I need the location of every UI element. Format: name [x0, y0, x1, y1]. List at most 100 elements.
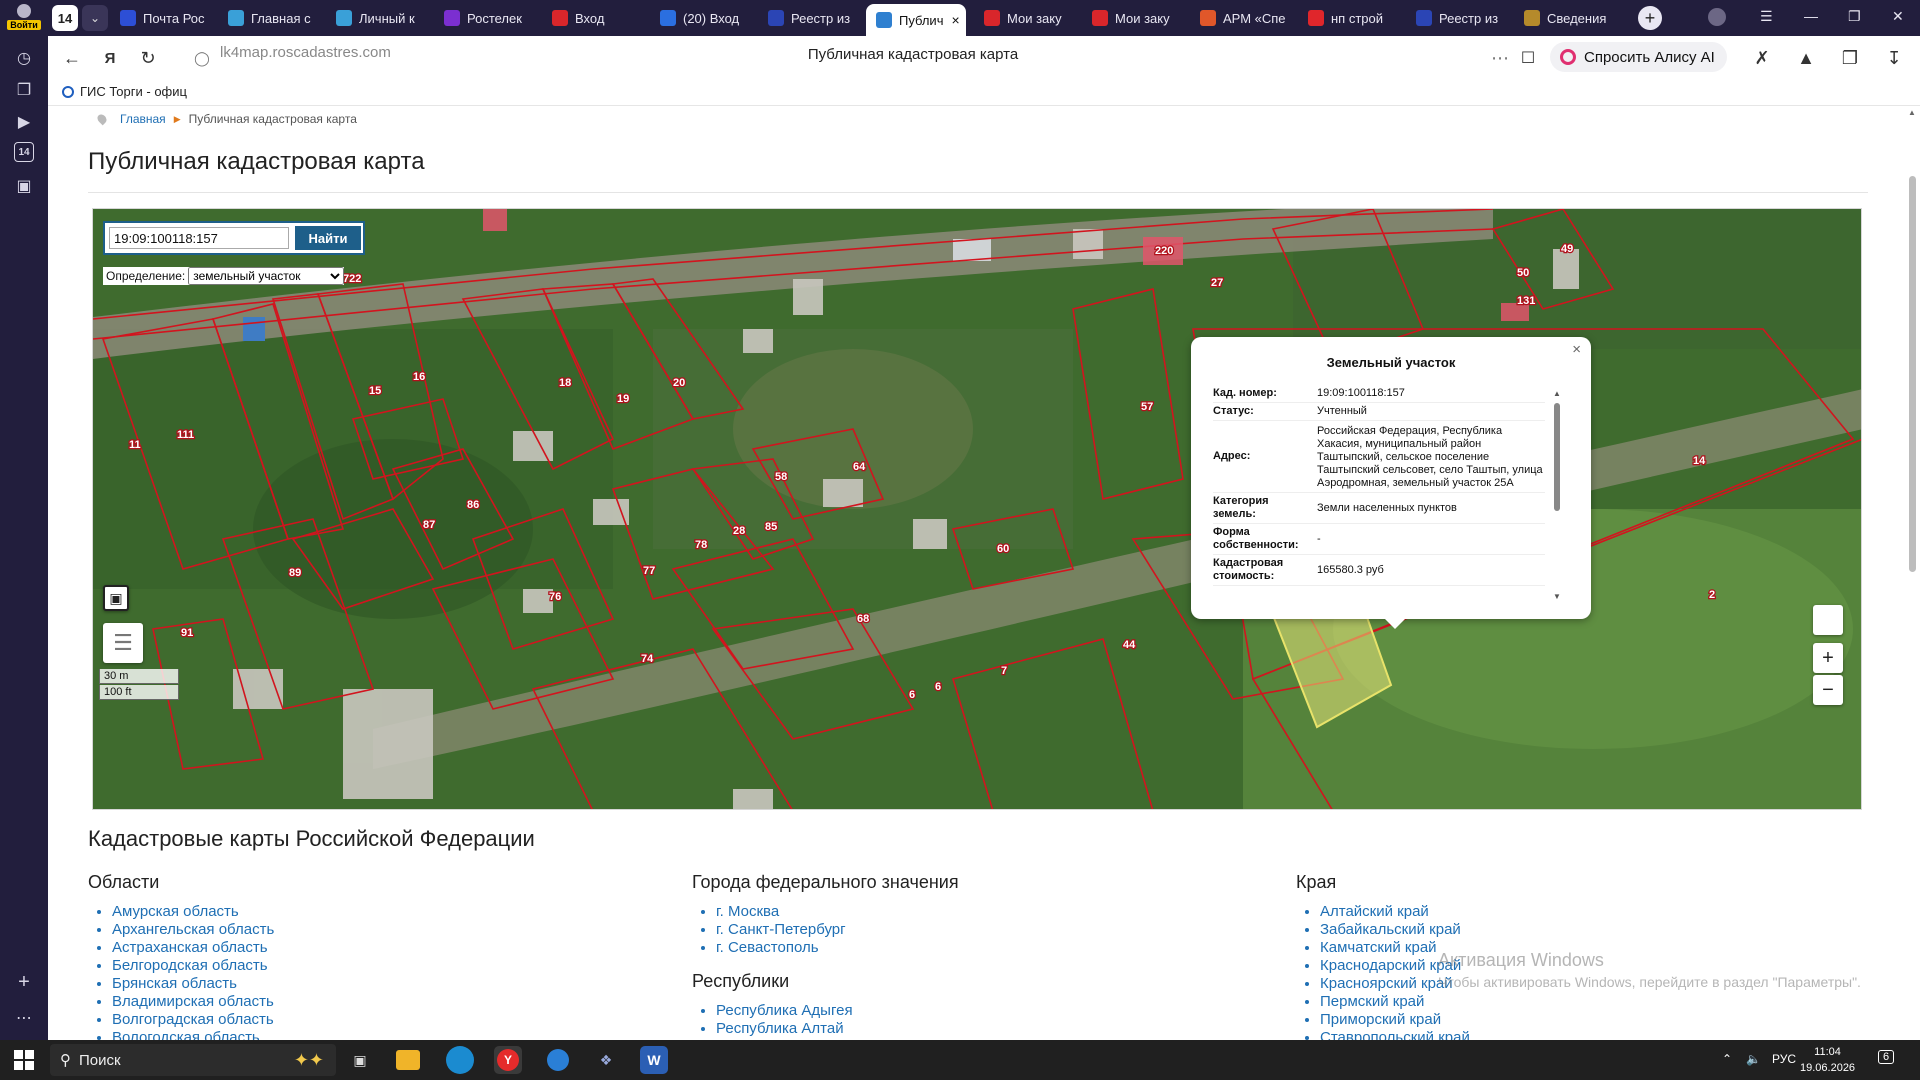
map-parcel-label[interactable]: 111 — [176, 428, 196, 443]
profile-icon[interactable] — [1708, 8, 1726, 26]
map-parcel-label[interactable]: 77 — [642, 564, 657, 579]
tab-13[interactable]: Сведения — [1514, 4, 1610, 32]
cadastral-number-input[interactable] — [109, 227, 289, 249]
region-link[interactable]: Вологодская область — [112, 1029, 274, 1040]
region-link[interactable]: Ставропольский край — [1320, 1029, 1470, 1040]
region-link[interactable]: Архангельская область — [112, 921, 274, 939]
map-parcel-label[interactable]: 18 — [558, 376, 573, 391]
messenger-icon[interactable] — [544, 1046, 572, 1074]
define-select[interactable]: земельный участок — [188, 267, 345, 285]
region-link[interactable]: г. Москва — [716, 903, 959, 921]
file-explorer-icon[interactable] — [396, 1050, 420, 1070]
map-parcel-label[interactable]: 76 — [548, 590, 563, 605]
map-canvas[interactable]: 7222202750491311615181920111115714648687… — [93, 209, 1862, 810]
copy-icon[interactable]: ❐ — [1838, 46, 1862, 70]
minimize-icon[interactable]: — — [1804, 8, 1818, 24]
map-parcel-label[interactable]: 722 — [342, 272, 363, 287]
language-indicator[interactable]: РУС — [1772, 1052, 1796, 1066]
map-parcel-label[interactable]: 20 — [672, 376, 687, 391]
region-link[interactable]: Владимирская область — [112, 993, 274, 1011]
video-icon[interactable]: ▶ — [12, 110, 36, 134]
scroll-up-icon[interactable]: ▲ — [1908, 108, 1916, 117]
word-icon[interactable]: W — [640, 1046, 668, 1074]
map-parcel-label[interactable]: 78 — [694, 538, 709, 553]
region-link[interactable]: Пермский край — [1320, 993, 1470, 1011]
fullscreen-icon[interactable]: ▣ — [103, 585, 129, 611]
region-link[interactable]: Белгородская область — [112, 957, 274, 975]
map-parcel-label[interactable]: 19 — [616, 392, 631, 407]
map-parcel-label[interactable]: 220 — [1154, 244, 1175, 259]
region-link[interactable]: Волгоградская область — [112, 1011, 274, 1029]
cadastral-map[interactable]: 722 220 27 50 49 131 16 15 18 19 20 111 11 57 14 64 86 87… — [92, 208, 1862, 810]
menu-icon[interactable]: ☰ — [1760, 8, 1773, 25]
region-link[interactable]: Брянская область — [112, 975, 274, 993]
tab-0[interactable]: Почта Рос — [110, 4, 206, 32]
find-button[interactable]: Найти — [295, 226, 361, 250]
ask-alice-button[interactable]: Спросить Алису AI — [1550, 42, 1727, 72]
tab-5[interactable]: (20) Вход — [650, 4, 746, 32]
tab-3[interactable]: Ростелек — [434, 4, 530, 32]
map-parcel-label[interactable]: 6 — [934, 680, 943, 695]
tray-chevron-icon[interactable]: ⌃ — [1722, 1052, 1732, 1066]
map-parcel-label[interactable]: 57 — [1140, 400, 1155, 415]
collections-icon[interactable]: ❐ — [12, 78, 36, 102]
region-link[interactable]: Забайкальский край — [1320, 921, 1470, 939]
map-parcel-label[interactable]: 28 — [732, 524, 747, 539]
chevron-down-icon[interactable]: ⌄ — [82, 5, 108, 31]
map-parcel-label[interactable]: 85 — [764, 520, 779, 535]
map-parcel-label[interactable]: 49 — [1560, 242, 1575, 257]
edge-icon[interactable] — [446, 1046, 474, 1074]
tab-8[interactable]: Мои заку — [974, 4, 1070, 32]
map-parcel-label[interactable]: 91 — [180, 626, 195, 641]
extensions-icon[interactable]: ✗ — [1750, 46, 1774, 70]
popup-scroll-thumb[interactable] — [1554, 403, 1560, 511]
region-link[interactable]: Астраханская область — [112, 939, 274, 957]
tab-12[interactable]: Реестр из — [1406, 4, 1502, 32]
close-window-icon[interactable]: ✕ — [1892, 8, 1904, 25]
region-link[interactable]: Амурская область — [112, 903, 274, 921]
downloads-icon[interactable]: ↧ — [1882, 46, 1906, 70]
vpn-icon[interactable]: ▲ — [1794, 46, 1818, 70]
tab-2[interactable]: Личный к — [326, 4, 422, 32]
tab-10[interactable]: АРМ «Спе — [1190, 4, 1286, 32]
bookmark-gis-torgi[interactable]: ГИС Торги - офиц — [62, 84, 187, 99]
scroll-up-icon[interactable]: ▲ — [1553, 389, 1561, 398]
region-link[interactable]: г. Севастополь — [716, 939, 959, 957]
more-dots-icon[interactable]: ⋯ — [1488, 46, 1512, 70]
region-link[interactable]: Алтайский край — [1320, 903, 1470, 921]
region-link[interactable]: Приморский край — [1320, 1011, 1470, 1029]
network-tool-icon[interactable]: ❖ — [592, 1046, 620, 1074]
new-tab-button[interactable]: + — [1638, 6, 1662, 30]
region-link[interactable]: Республика Адыгея — [716, 1002, 959, 1020]
tab-9[interactable]: Мои заку — [1082, 4, 1178, 32]
map-parcel-label[interactable]: 74 — [640, 652, 656, 667]
tab-4[interactable]: Вход — [542, 4, 638, 32]
map-parcel-label[interactable]: 89 — [288, 566, 303, 581]
map-parcel-label[interactable]: 58 — [774, 470, 789, 485]
calendar-icon[interactable]: 14 — [14, 142, 34, 162]
tab-close-icon[interactable]: × — [951, 12, 959, 28]
map-tool-button[interactable] — [1813, 605, 1843, 635]
restore-icon[interactable]: ❐ — [1848, 8, 1861, 25]
task-view-icon[interactable]: ▣ — [346, 1046, 374, 1074]
map-parcel-label[interactable]: 86 — [466, 498, 481, 513]
volume-icon[interactable]: 🔈 — [1746, 1052, 1761, 1066]
history-icon[interactable]: ◷ — [12, 46, 36, 70]
region-link[interactable]: Республика Алтай — [716, 1020, 959, 1038]
tab-1[interactable]: Главная с — [218, 4, 314, 32]
screenshot-icon[interactable]: ▣ — [12, 174, 36, 198]
tab-6[interactable]: Реестр из — [758, 4, 854, 32]
map-parcel-label[interactable]: 50 — [1516, 266, 1531, 281]
bookmark-icon[interactable]: ☐ — [1516, 46, 1540, 70]
zoom-in-button[interactable]: + — [1813, 643, 1843, 673]
map-parcel-label[interactable]: 6 — [908, 688, 917, 703]
tab-11[interactable]: нп строй — [1298, 4, 1394, 32]
map-parcel-label[interactable]: 44 — [1122, 638, 1138, 653]
taskbar-search[interactable]: ⚲ Поиск ✦✦ — [50, 1044, 336, 1076]
map-parcel-label[interactable]: 131 — [1516, 294, 1537, 309]
tab-7[interactable]: Публич × — [866, 4, 966, 36]
page-scrollbar[interactable]: ▲ — [1904, 106, 1920, 1040]
map-parcel-label[interactable]: 2 — [1708, 588, 1717, 603]
map-parcel-label[interactable]: 64 — [852, 460, 868, 475]
clock[interactable]: 11:04 19.06.2026 — [1800, 1044, 1855, 1076]
